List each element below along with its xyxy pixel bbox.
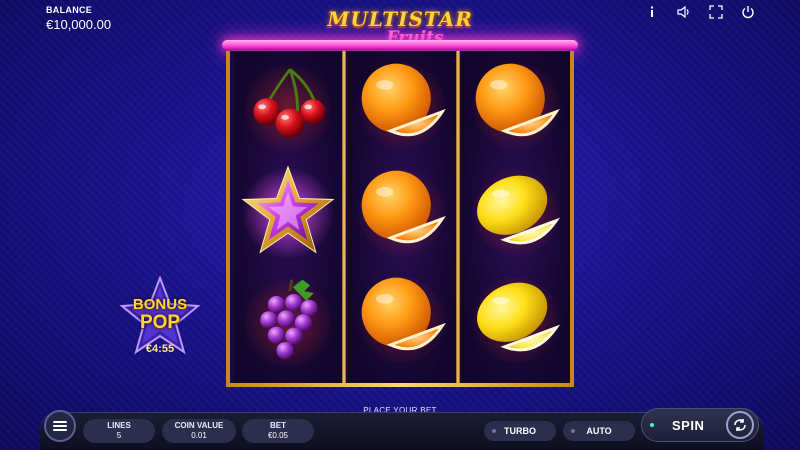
bonus-text: BONUS	[132, 296, 188, 313]
auto-toggle[interactable]: AUTO	[563, 421, 635, 441]
power-icon[interactable]	[740, 4, 756, 20]
balance-display: BALANCE €10,000.00	[46, 5, 111, 32]
spin-button[interactable]: SPIN	[641, 408, 759, 442]
turbo-indicator-icon	[492, 429, 496, 433]
symbol-star	[234, 158, 342, 264]
symbol-lemon	[462, 158, 570, 264]
coin-value-label: COIN VALUE	[174, 421, 224, 430]
bet-value: €0.05	[267, 431, 289, 440]
info-icon[interactable]	[644, 4, 660, 20]
bet-label: BET	[270, 421, 286, 430]
spin-indicator-icon	[650, 423, 654, 427]
lines-label: LINES	[107, 421, 131, 430]
symbol-orange	[348, 265, 456, 371]
reel-separator	[456, 51, 460, 384]
reel-2	[348, 51, 456, 384]
balance-label: BALANCE	[46, 5, 93, 15]
symbol-orange	[348, 158, 456, 264]
bet-selector[interactable]: BET €0.05	[242, 419, 314, 443]
coin-value-selector[interactable]: COIN VALUE 0.01	[162, 419, 236, 443]
hamburger-icon	[53, 421, 67, 431]
turbo-toggle[interactable]: TURBO	[484, 421, 556, 441]
reel-separator	[342, 51, 346, 384]
logo-title: MULTISTAR	[327, 7, 473, 31]
spin-refresh-icon	[726, 411, 754, 439]
pop-text: POP	[139, 312, 181, 333]
lines-selector[interactable]: LINES 5	[83, 419, 155, 443]
bonus-timer: €4:55	[145, 343, 175, 355]
spin-label: SPIN	[672, 418, 705, 433]
symbol-orange	[462, 51, 570, 157]
auto-label: AUTO	[586, 426, 612, 436]
symbol-cherry	[234, 51, 342, 157]
symbol-lemon	[462, 265, 570, 371]
menu-button[interactable]	[44, 410, 76, 442]
reel-1	[234, 51, 342, 384]
balance-value: €10,000.00	[46, 17, 112, 32]
coin-value-value: 0.01	[191, 431, 207, 440]
fullscreen-icon[interactable]	[708, 4, 724, 20]
symbol-orange	[348, 51, 456, 157]
symbol-grapes	[234, 265, 342, 371]
bonus-pop-badge[interactable]: BONUS POP €4:55	[118, 276, 202, 360]
turbo-label: TURBO	[504, 426, 536, 436]
neon-top-bar	[222, 40, 578, 50]
reels-frame	[226, 51, 574, 387]
sound-icon[interactable]	[676, 4, 692, 20]
top-controls	[644, 4, 756, 20]
reel-3	[462, 51, 570, 384]
lines-value: 5	[116, 431, 122, 440]
auto-indicator-icon	[571, 429, 575, 433]
